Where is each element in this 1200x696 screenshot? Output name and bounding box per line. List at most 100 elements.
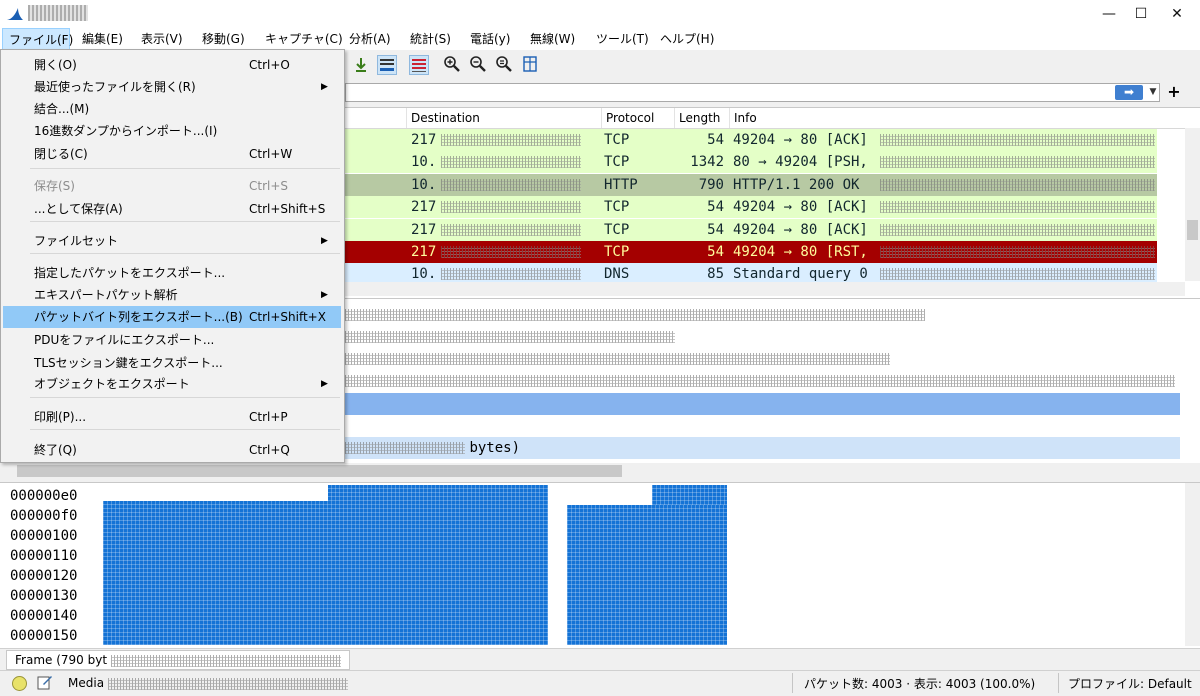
detail-row[interactable] bbox=[345, 415, 1180, 437]
menu-help[interactable]: ヘルプ(H) bbox=[654, 28, 720, 50]
colorize-icon[interactable] bbox=[409, 55, 429, 75]
file-menu-item[interactable]: 印刷(P)... Ctrl+P bbox=[3, 406, 341, 428]
submenu-arrow-icon: ▶ bbox=[321, 290, 328, 300]
menu-capture[interactable]: キャプチャ(C) bbox=[259, 28, 349, 50]
menu-view[interactable]: 表示(V) bbox=[135, 28, 189, 50]
hex-offset: 00000130 bbox=[10, 588, 78, 604]
bytes-vertical-scrollbar[interactable] bbox=[1185, 483, 1200, 646]
file-menu-item[interactable]: オブジェクトをエクスポート ▶ bbox=[3, 373, 341, 395]
packet-list-scroll-thumb[interactable] bbox=[1187, 220, 1198, 240]
hex-offset: 000000f0 bbox=[10, 508, 78, 524]
menu-separator bbox=[30, 253, 340, 254]
autoscroll-icon[interactable] bbox=[377, 55, 397, 75]
menu-statistics[interactable]: 統計(S) bbox=[404, 28, 457, 50]
column-protocol[interactable]: Protocol bbox=[601, 108, 674, 128]
file-menu-item[interactable]: 開く(O) Ctrl+O bbox=[3, 54, 341, 76]
ascii-bytes-selected[interactable] bbox=[652, 485, 727, 505]
menu-tools[interactable]: ツール(T) bbox=[590, 28, 655, 50]
download-icon[interactable] bbox=[351, 55, 371, 75]
hex-bytes-unselected[interactable] bbox=[103, 485, 328, 501]
menu-file[interactable]: ファイル(F) bbox=[2, 28, 73, 50]
file-menu-item[interactable]: 終了(Q) Ctrl+Q bbox=[3, 439, 341, 461]
file-menu-item[interactable]: 保存(S) Ctrl+S bbox=[3, 175, 341, 197]
title-bar bbox=[0, 0, 1200, 28]
file-menu-item[interactable]: ...として保存(A) Ctrl+Shift+S bbox=[3, 198, 341, 220]
packet-protocol: TCP bbox=[604, 244, 630, 260]
display-filter-input[interactable] bbox=[345, 83, 1160, 102]
packet-dest: 217 bbox=[411, 199, 437, 215]
zoom-in-icon[interactable] bbox=[442, 55, 462, 75]
menu-wireless[interactable]: 無線(W) bbox=[524, 28, 581, 50]
menu-item-label: 閉じる(C) bbox=[34, 147, 88, 161]
profile-selector[interactable]: プロファイル: Default bbox=[1068, 675, 1192, 692]
menu-item-label: オブジェクトをエクスポート bbox=[34, 377, 190, 391]
packet-list-vertical-scrollbar[interactable] bbox=[1185, 128, 1200, 281]
apply-filter-arrow-icon[interactable]: ➡ bbox=[1115, 85, 1143, 100]
menu-telephony[interactable]: 電話(y) bbox=[464, 28, 516, 50]
zoom-reset-icon[interactable] bbox=[494, 55, 514, 75]
packet-dest: 217 bbox=[411, 244, 437, 260]
packet-length: 1342 bbox=[690, 154, 724, 170]
column-destination[interactable]: Destination bbox=[406, 108, 601, 128]
packet-dest: 217 bbox=[411, 132, 437, 148]
file-menu-item[interactable]: ファイルセット ▶ bbox=[3, 230, 341, 252]
menu-item-label: PDUをファイルにエクスポート... bbox=[34, 333, 215, 347]
detail-row[interactable] bbox=[345, 348, 1180, 370]
file-menu-item[interactable]: パケットバイト列をエクスポート...(B) Ctrl+Shift+X bbox=[3, 306, 341, 328]
file-menu-item[interactable]: TLSセッション鍵をエクスポート... bbox=[3, 352, 341, 374]
detail-row[interactable] bbox=[345, 304, 1180, 326]
detail-row[interactable] bbox=[345, 370, 1180, 392]
capture-file-info: Media bbox=[68, 674, 348, 692]
file-menu-item[interactable]: 閉じる(C) Ctrl+W bbox=[3, 143, 341, 165]
packet-protocol: TCP bbox=[604, 199, 630, 215]
status-separator bbox=[792, 673, 793, 693]
details-scroll-thumb[interactable] bbox=[17, 465, 622, 477]
column-length[interactable]: Length bbox=[674, 108, 729, 128]
menu-item-label: パケットバイト列をエクスポート...(B) bbox=[34, 310, 243, 324]
menu-separator bbox=[30, 168, 340, 169]
menu-item-label: 結合...(M) bbox=[34, 102, 90, 116]
menu-item-label: ファイルセット bbox=[34, 234, 119, 248]
frame-tab[interactable]: Frame (790 byt bbox=[6, 650, 350, 670]
packet-dest: 217 bbox=[411, 222, 437, 238]
edit-comment-icon[interactable] bbox=[37, 674, 53, 690]
file-menu-item[interactable]: 結合...(M) bbox=[3, 98, 341, 120]
file-menu-item[interactable]: 最近使ったファイルを開く(R) ▶ bbox=[3, 76, 341, 98]
close-button[interactable]: ✕ bbox=[1154, 0, 1200, 28]
packet-protocol: TCP bbox=[604, 222, 630, 238]
filter-history-chevron-down-icon[interactable]: ▼ bbox=[1147, 84, 1159, 101]
menu-item-shortcut: Ctrl+Shift+S bbox=[249, 202, 326, 216]
packet-protocol: TCP bbox=[604, 132, 630, 148]
menu-item-label: 保存(S) bbox=[34, 179, 75, 193]
resize-columns-icon[interactable] bbox=[520, 55, 540, 75]
add-filter-button[interactable]: + bbox=[1166, 81, 1182, 103]
menu-separator bbox=[30, 221, 340, 222]
packet-length: 54 bbox=[707, 244, 724, 260]
detail-row-selected[interactable] bbox=[345, 393, 1180, 415]
detail-row[interactable] bbox=[345, 326, 1180, 348]
hex-bytes-selected[interactable] bbox=[103, 485, 548, 645]
hex-offset: 00000110 bbox=[10, 548, 78, 564]
expert-info-indicator-icon[interactable] bbox=[12, 676, 27, 691]
column-info[interactable]: Info bbox=[729, 108, 1185, 128]
ascii-bytes-selected[interactable] bbox=[567, 505, 727, 645]
packet-protocol: TCP bbox=[604, 154, 630, 170]
menu-analyze[interactable]: 分析(A) bbox=[343, 28, 397, 50]
file-menu-item[interactable]: PDUをファイルにエクスポート... bbox=[3, 329, 341, 351]
menu-item-label: 最近使ったファイルを開く(R) bbox=[34, 80, 196, 94]
packet-list-horizontal-scrollbar[interactable] bbox=[345, 282, 1185, 296]
hex-offset: 00000150 bbox=[10, 628, 78, 644]
wireshark-fin-icon bbox=[6, 6, 24, 22]
zoom-out-icon[interactable] bbox=[468, 55, 488, 75]
file-menu-item[interactable]: 16進数ダンプからインポート...(I) bbox=[3, 120, 341, 142]
menu-edit[interactable]: 編集(E) bbox=[76, 28, 129, 50]
file-menu-item[interactable]: エキスパートパケット解析 ▶ bbox=[3, 284, 341, 306]
detail-row-payload[interactable]: bytes) bbox=[345, 437, 1180, 459]
menu-go[interactable]: 移動(G) bbox=[196, 28, 251, 50]
menu-item-label: 終了(Q) bbox=[34, 443, 77, 457]
file-menu-item[interactable]: 指定したパケットをエクスポート... bbox=[3, 262, 341, 284]
menu-item-label: TLSセッション鍵をエクスポート... bbox=[34, 356, 223, 370]
menu-item-label: 印刷(P)... bbox=[34, 410, 87, 424]
packet-dest: 10. bbox=[411, 154, 437, 170]
submenu-arrow-icon: ▶ bbox=[321, 236, 328, 246]
